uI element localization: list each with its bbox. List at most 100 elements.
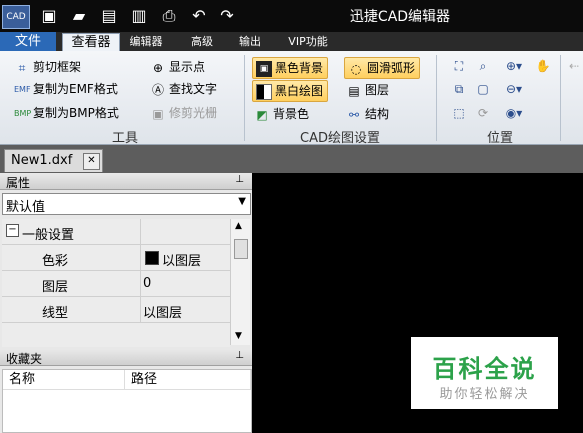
copy-bmp-button[interactable]: BMP 复制为BMP格式 — [14, 103, 119, 123]
3d-view-icon[interactable]: ⬚ — [450, 104, 468, 122]
fit-extent-icon[interactable]: ⧉ — [450, 80, 468, 98]
property-row-layer[interactable]: 图层 0 — [2, 271, 230, 297]
title-bar: CAD ▣ ▰ ▤ ▥ ⎙ ↶ ↷ 迅捷CAD编辑器 — [0, 0, 583, 32]
pin-icon[interactable]: ⊥ — [235, 174, 244, 185]
save-as-icon[interactable]: ▥ — [128, 5, 150, 27]
property-row-color[interactable]: 色彩 以图层 — [2, 245, 230, 271]
column-divider — [140, 271, 141, 296]
zoom-window-icon[interactable]: ⌕ — [474, 57, 492, 75]
pin-icon[interactable]: ⊥ — [235, 350, 244, 361]
watermark-subtitle: 助你轻松解决 — [439, 387, 530, 402]
scroll-thumb[interactable] — [234, 239, 248, 259]
tab-vip[interactable]: VIP功能 — [280, 32, 336, 51]
background-color-label: 背景色 — [273, 107, 310, 121]
find-text-button[interactable]: Ⓐ 查找文字 — [150, 79, 217, 99]
watermark: 百科全说 助你轻松解决 — [411, 337, 558, 409]
group-separator — [560, 55, 561, 141]
save-icon[interactable]: ▤ — [98, 5, 120, 27]
open-folder-icon[interactable]: ▰ — [68, 5, 90, 27]
show-points-label: 显示点 — [169, 60, 206, 74]
property-grid: − 一般设置 色彩 以图层 图层 0 线型 以图层 — [2, 219, 230, 347]
property-name: 色彩 — [42, 254, 69, 269]
property-value: 0 — [143, 276, 152, 291]
properties-header: 属性 ⊥ — [0, 173, 252, 190]
close-icon[interactable]: ✕ — [83, 153, 100, 170]
emf-icon: EMF — [14, 84, 31, 94]
group-separator — [244, 55, 245, 141]
group-label-drawing: CAD绘图设置 — [300, 131, 380, 146]
tab-advanced[interactable]: 高级 — [182, 32, 222, 51]
column-header-name[interactable]: 名称 — [3, 370, 125, 390]
column-divider — [140, 297, 141, 322]
document-tab-bar: New1.dxf ✕ — [0, 145, 583, 173]
property-name: 图层 — [42, 280, 69, 295]
orbit-icon[interactable]: ◉▾ — [500, 104, 528, 122]
document-tab-label: New1.dxf — [11, 153, 73, 168]
layers-button[interactable]: ▤ 图层 — [346, 80, 389, 100]
zoom-extent-icon[interactable]: ▢ — [474, 80, 492, 98]
fit-window-icon[interactable]: ⛶ — [450, 57, 468, 75]
scroll-down-icon[interactable]: ▼ — [235, 331, 242, 341]
window-title: 迅捷CAD编辑器 — [349, 9, 451, 25]
property-value: 以图层 — [143, 306, 183, 321]
trim-raster-button[interactable]: ▣ 修剪光栅 — [150, 103, 217, 123]
cut-frame-label: 剪切框架 — [33, 60, 82, 74]
smooth-arc-label: 圆滑弧形 — [367, 61, 416, 75]
zoom-out-icon[interactable]: ⊖▾ — [500, 80, 528, 98]
ribbon: ⌗ 剪切框架 EMF 复制为EMF格式 BMP 复制为BMP格式 ⊕ 显示点 Ⓐ 查找文字… — [0, 51, 583, 146]
tab-file[interactable]: 文件 — [0, 32, 56, 51]
zoom-in-icon[interactable]: ⊕▾ — [500, 57, 528, 75]
structure-button[interactable]: ⚯ 结构 — [346, 104, 389, 124]
chevron-down-icon: ▼ — [238, 196, 246, 207]
collapsed-group-icon[interactable]: ⇠ — [565, 57, 583, 75]
black-background-label: 黑色背景 — [275, 61, 324, 75]
black-white-label: 黑白绘图 — [275, 84, 324, 98]
pan-hand-icon[interactable]: ✋ — [534, 57, 552, 75]
undo-icon[interactable]: ↶ — [188, 5, 210, 27]
black-background-button[interactable]: ▣ 黑色背景 — [252, 57, 329, 79]
favorites-header: 收藏夹 ⊥ — [0, 349, 252, 366]
property-value: 以图层 — [162, 254, 202, 269]
copy-emf-label: 复制为EMF格式 — [33, 82, 118, 96]
cut-frame-button[interactable]: ⌗ 剪切框架 — [14, 57, 81, 77]
bmp-icon: BMP — [14, 108, 32, 118]
background-color-button[interactable]: ◩ 背景色 — [254, 104, 309, 124]
app-logo-icon[interactable]: CAD — [2, 5, 30, 29]
group-label-tools: 工具 — [111, 131, 138, 146]
show-points-button[interactable]: ⊕ 显示点 — [150, 57, 205, 77]
scroll-up-icon[interactable]: ▲ — [235, 221, 242, 231]
property-name: 线型 — [42, 306, 69, 321]
copy-bmp-label: 复制为BMP格式 — [33, 106, 119, 120]
property-row-linetype[interactable]: 线型 以图层 — [2, 297, 230, 323]
black-white-icon — [256, 83, 272, 100]
properties-title: 属性 — [6, 176, 31, 190]
crosshair-icon: ⊕ — [152, 60, 164, 75]
cut-frame-icon: ⌗ — [18, 60, 26, 75]
document-tab[interactable]: New1.dxf ✕ — [4, 149, 103, 172]
tab-viewer[interactable]: 查看器 — [62, 33, 120, 52]
smooth-arc-button[interactable]: ◌ 圆滑弧形 — [344, 57, 421, 79]
collapse-icon[interactable]: − — [6, 224, 19, 237]
trim-raster-label: 修剪光栅 — [169, 106, 218, 120]
rotate-view-icon[interactable]: ⟳ — [474, 104, 492, 122]
smooth-arc-icon: ◌ — [350, 61, 362, 76]
black-background-icon: ▣ — [256, 60, 272, 77]
column-divider — [140, 245, 141, 270]
column-header-path[interactable]: 路径 — [125, 370, 251, 390]
object-selector-value: 默认值 — [6, 200, 46, 215]
tab-output[interactable]: 输出 — [230, 32, 270, 51]
favorites-list[interactable]: 名称 路径 — [2, 369, 252, 433]
new-file-icon[interactable]: ▣ — [38, 5, 60, 27]
tab-editor[interactable]: 编辑器 — [122, 32, 170, 51]
copy-emf-button[interactable]: EMF 复制为EMF格式 — [14, 79, 118, 99]
property-group-row[interactable]: − 一般设置 — [2, 219, 230, 245]
structure-label: 结构 — [365, 107, 390, 121]
structure-icon: ⚯ — [348, 107, 360, 122]
print-icon[interactable]: ⎙ — [158, 5, 180, 27]
property-scrollbar[interactable]: ▲ ▼ — [230, 219, 250, 345]
color-swatch — [145, 251, 159, 265]
object-selector-dropdown[interactable]: 默认值 ▼ — [2, 193, 251, 215]
black-white-drawing-button[interactable]: 黑白绘图 — [252, 80, 329, 102]
redo-icon[interactable]: ↷ — [216, 5, 238, 27]
watermark-title: 百科全说 — [432, 355, 537, 383]
